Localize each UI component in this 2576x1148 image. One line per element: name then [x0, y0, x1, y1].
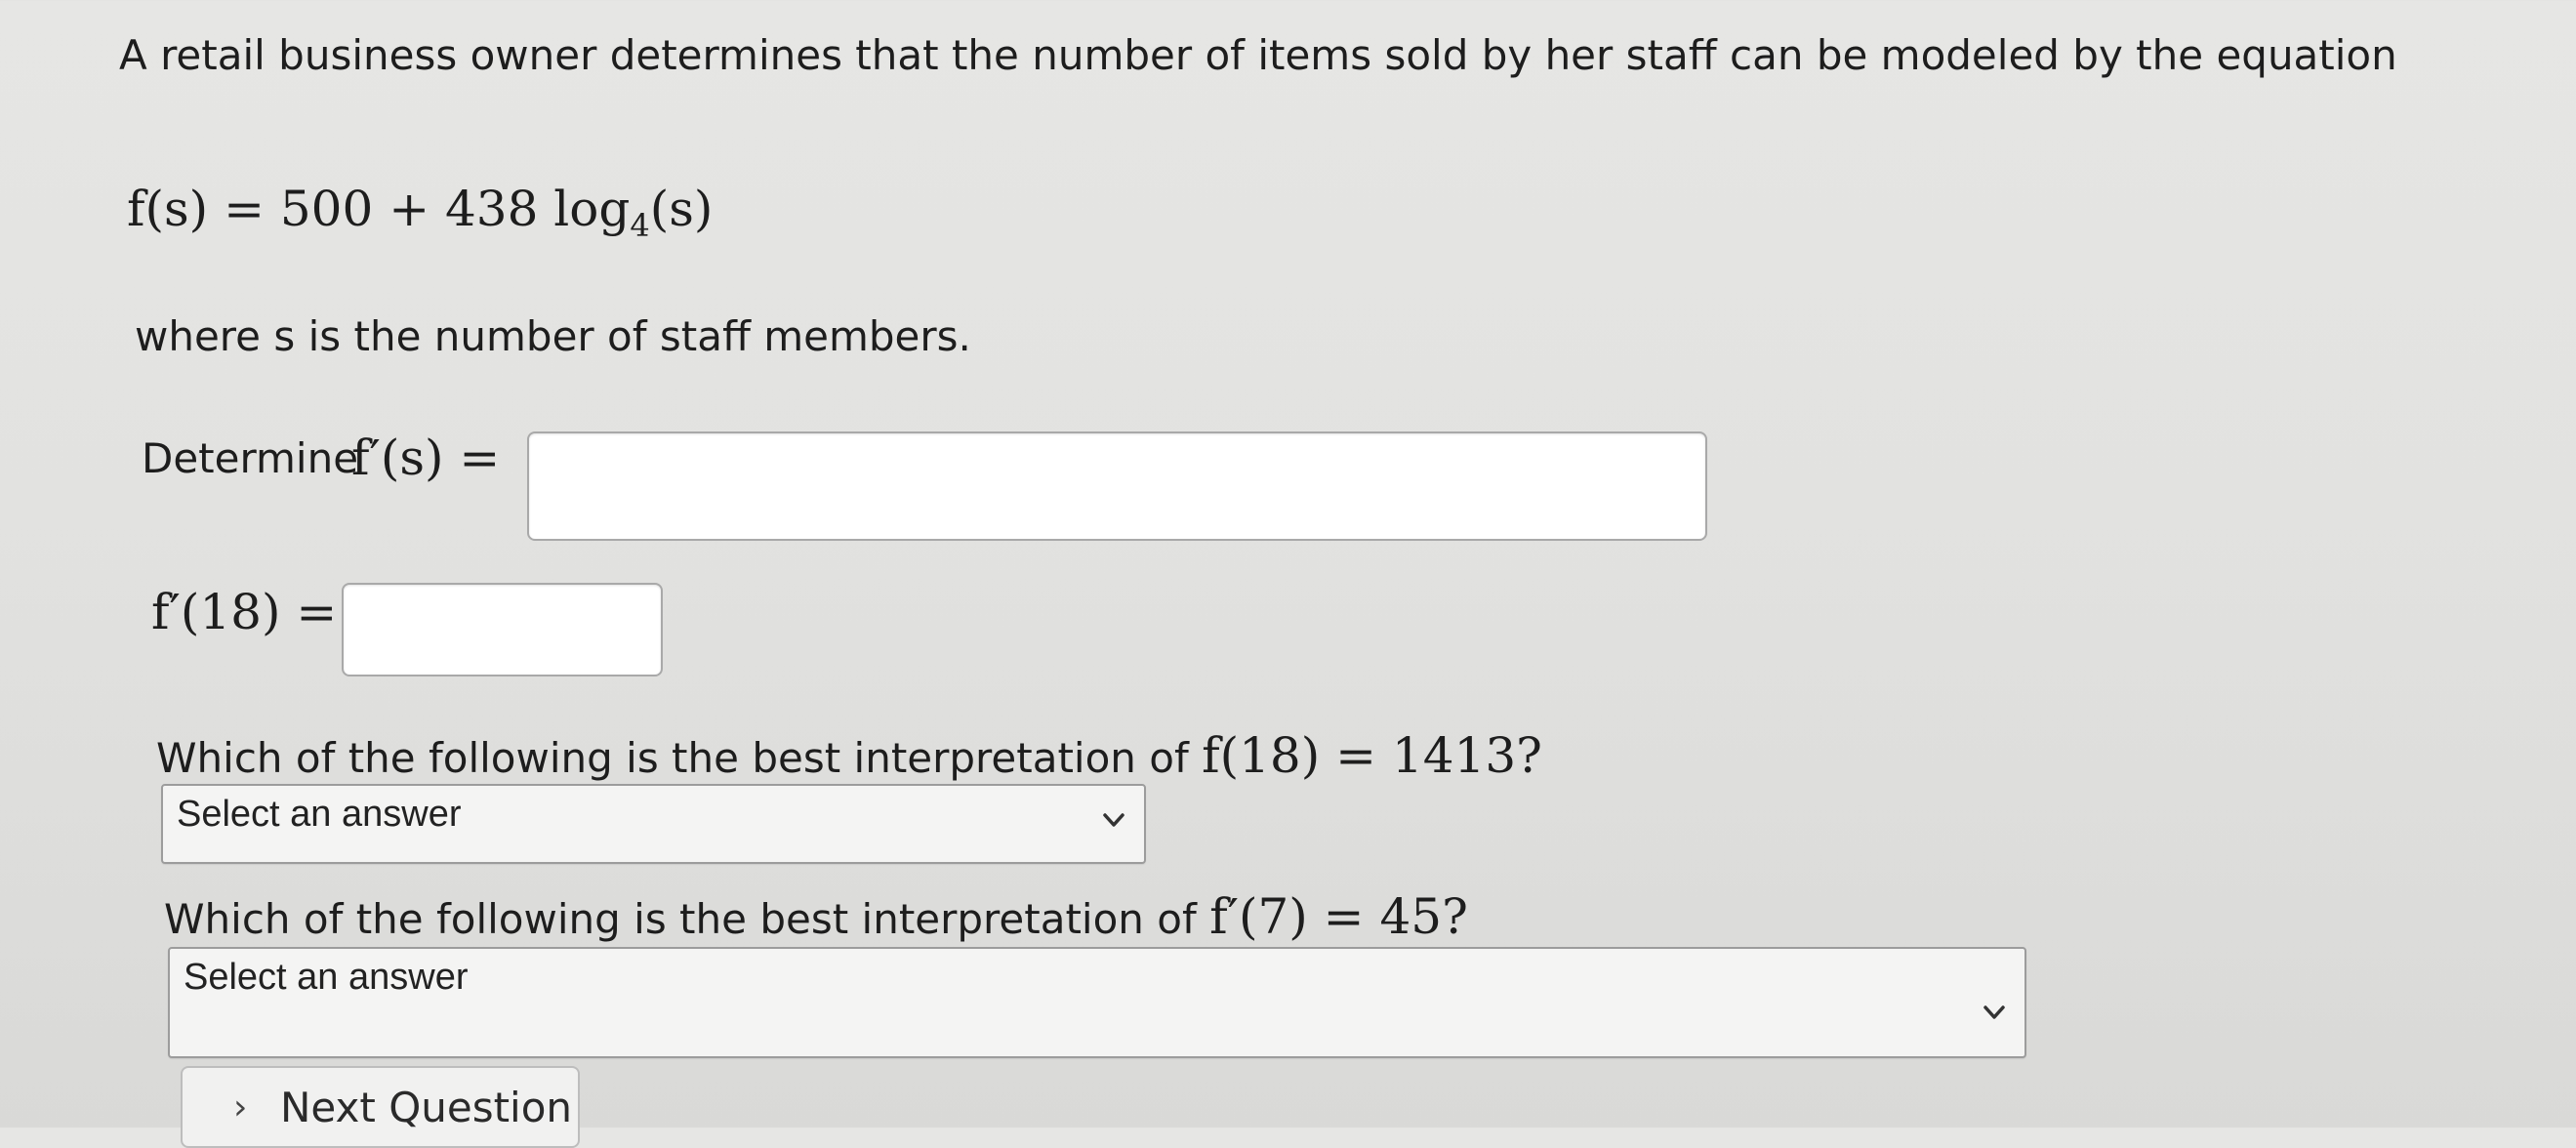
question-1-math: f(18) = 1413?	[1202, 727, 1542, 784]
model-equation: f(s) = 500 + 438 log4(s)	[127, 181, 713, 244]
question-2-text: Which of the following is the best inter…	[164, 895, 1197, 943]
next-question-button[interactable]: › Next Question	[181, 1066, 580, 1148]
variable-definition: where s is the number of staff members.	[135, 312, 971, 360]
derivative-at-18-answer-field[interactable]	[342, 583, 663, 676]
question-2-select[interactable]: Select an answer	[168, 947, 2026, 1058]
question-2-select-value: Select an answer	[184, 957, 469, 998]
chevron-right-icon: ›	[233, 1087, 248, 1128]
equation-rhs: (s)	[649, 181, 714, 237]
problem-intro: A retail business owner determines that …	[119, 31, 2397, 79]
question-2-math: f′(7) = 45?	[1209, 888, 1468, 945]
question-1-select[interactable]: Select an answer	[161, 784, 1146, 864]
question-1-text: Which of the following is the best inter…	[156, 734, 1189, 782]
next-question-label: Next Question	[280, 1084, 573, 1131]
derivative-at-18-expression: f′(18) =	[151, 584, 338, 640]
derivative-answer-field[interactable]	[527, 431, 1707, 541]
equation-lhs: f(s) = 500 + 438 log	[127, 181, 631, 237]
chevron-down-icon	[1983, 1005, 2005, 1019]
determine-label: Determine	[142, 434, 359, 482]
chevron-down-icon	[1103, 813, 1124, 827]
derivative-expression: f′(s) =	[351, 430, 501, 486]
question-2: Which of the following is the best inter…	[164, 888, 1468, 945]
log-base: 4	[630, 207, 650, 244]
question-1: Which of the following is the best inter…	[156, 727, 1542, 784]
question-1-select-value: Select an answer	[177, 794, 462, 835]
